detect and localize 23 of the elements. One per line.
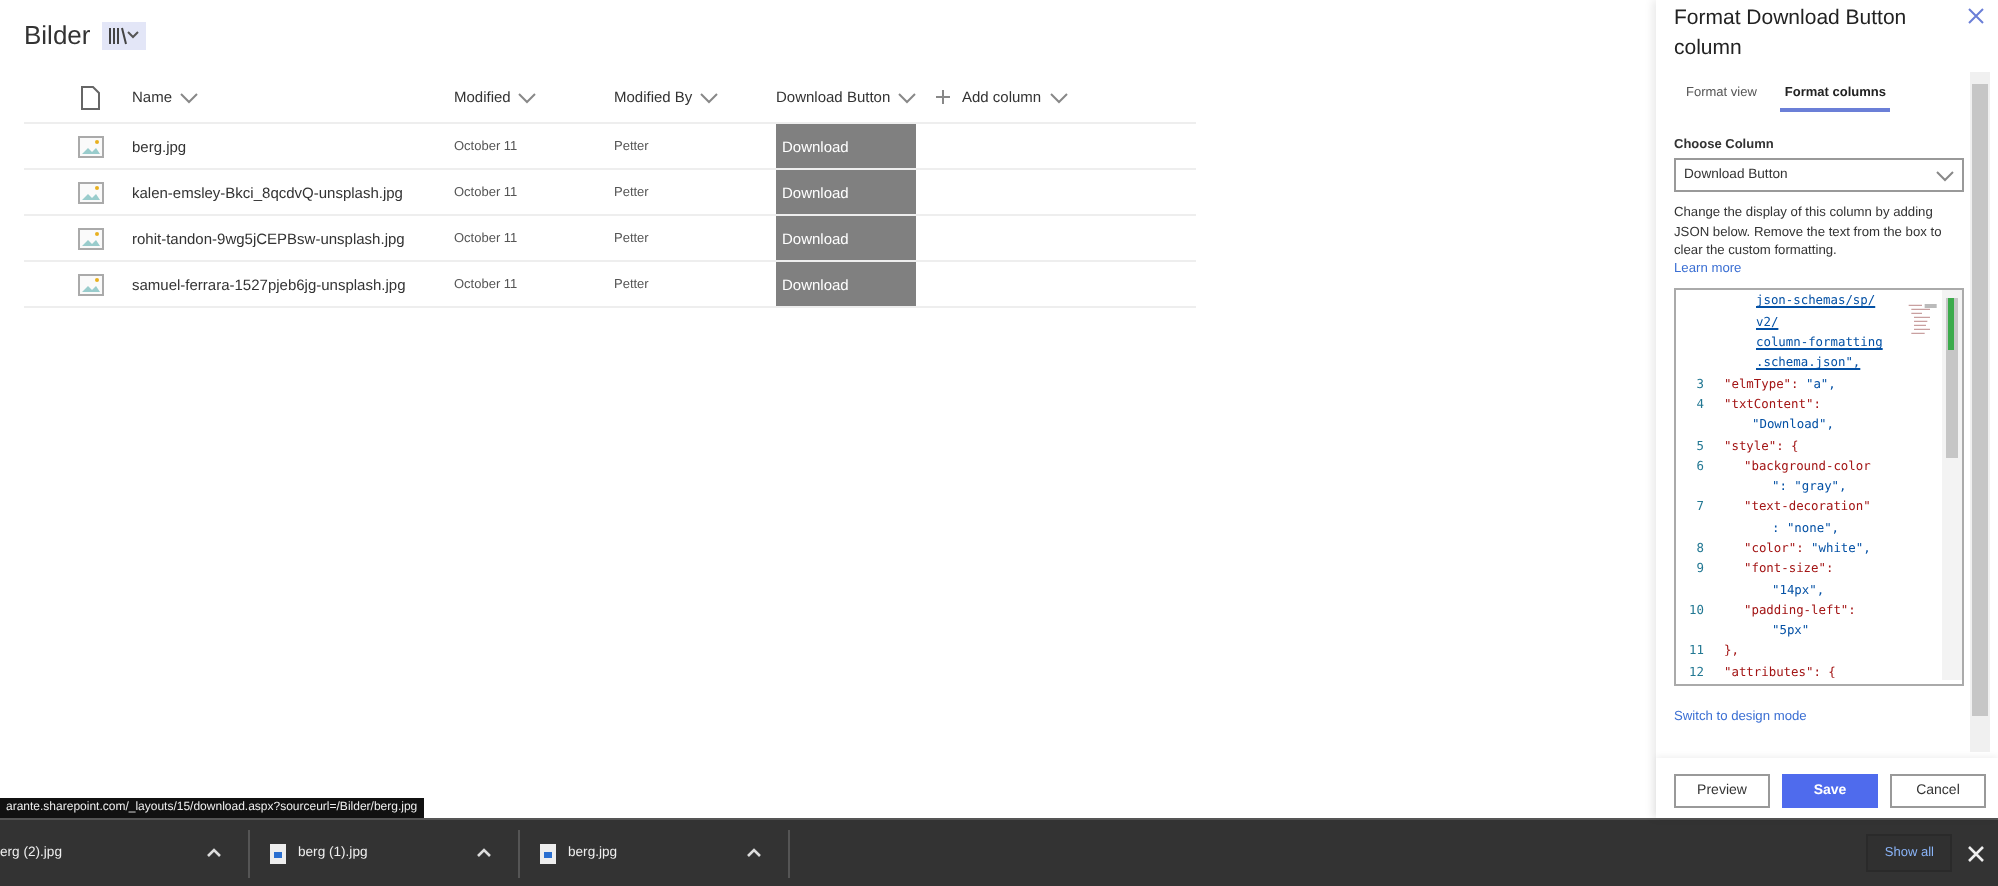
chevron-down-icon [700, 91, 719, 103]
view-switcher-button[interactable] [102, 21, 147, 49]
image-file-icon [77, 273, 103, 295]
panel-scrollbar[interactable] [1970, 72, 1990, 752]
file-icon [540, 843, 556, 863]
panel-title: Format Download Button column [1674, 4, 1909, 64]
file-icon [270, 843, 286, 863]
chevron-down-icon [180, 91, 199, 103]
file-type-icon [80, 85, 100, 109]
caret-up-icon[interactable] [206, 848, 222, 858]
chevron-down-icon [1049, 91, 1068, 103]
image-file-icon [77, 181, 103, 203]
chevron-down-icon [518, 91, 537, 103]
caret-up-icon[interactable] [746, 848, 762, 858]
chevron-down-icon [898, 91, 917, 103]
caret-up-icon[interactable] [476, 848, 492, 858]
json-editor[interactable] [1674, 287, 1964, 686]
chevron-down-icon [1936, 169, 1954, 181]
image-file-icon [77, 227, 103, 249]
plus-icon [936, 90, 950, 104]
library-title: Bilder [24, 20, 91, 50]
image-file-icon [77, 135, 103, 157]
editor-scrollbar[interactable] [1942, 289, 1962, 680]
